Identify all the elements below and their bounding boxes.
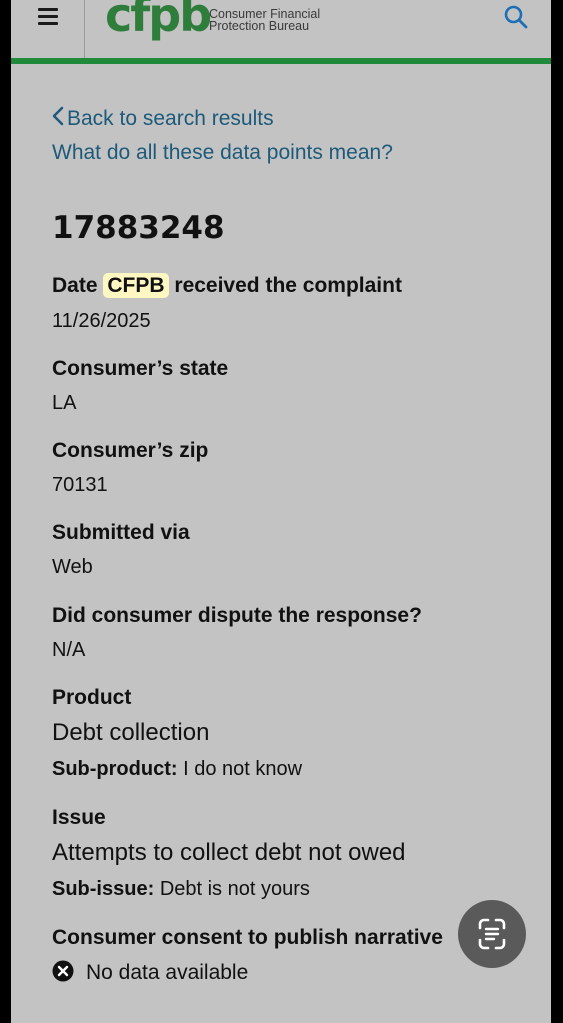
menu-line xyxy=(38,22,58,25)
state-label: Consumer’s state xyxy=(52,357,229,380)
hamburger-menu-button[interactable] xyxy=(38,8,58,28)
cfpb-highlight: CFPB xyxy=(103,273,169,298)
cfpb-logo[interactable]: cfpb xyxy=(105,0,212,44)
search-icon xyxy=(504,5,528,29)
search-button[interactable] xyxy=(503,4,529,30)
consent-value-row: No data available xyxy=(52,960,248,985)
back-to-results-link[interactable]: Back to search results xyxy=(52,106,274,131)
zip-value: 70131 xyxy=(52,474,108,496)
sub-issue-row: Sub-issue: Debt is not yours xyxy=(52,878,310,901)
text-scan-button[interactable] xyxy=(458,900,526,968)
sub-product-label: Sub-product: xyxy=(52,758,178,780)
sub-issue-value: Debt is not yours xyxy=(159,878,310,900)
header-divider xyxy=(84,0,85,58)
sub-issue-label: Sub-issue: xyxy=(52,878,155,900)
dispute-label: Did consumer dispute the response? xyxy=(52,604,422,627)
submitted-via-label: Submitted via xyxy=(52,521,190,544)
state-value: LA xyxy=(52,392,77,414)
consent-value: No data available xyxy=(86,961,249,984)
issue-label: Issue xyxy=(52,806,106,829)
menu-line xyxy=(38,8,58,11)
dispute-value: N/A xyxy=(52,639,86,661)
date-received-value: 11/26/2025 xyxy=(52,310,151,332)
submitted-via-value: Web xyxy=(52,556,93,578)
logo-text: Consumer Financial Protection Bureau xyxy=(209,8,320,33)
complaint-id: 17883248 xyxy=(52,210,225,246)
product-value: Debt collection xyxy=(52,719,210,746)
text-scan-icon xyxy=(478,918,506,950)
product-label: Product xyxy=(52,686,132,709)
consent-label: Consumer consent to publish narrative xyxy=(52,926,443,949)
sub-product-row: Sub-product: I do not know xyxy=(52,758,302,781)
zip-label: Consumer’s zip xyxy=(52,439,209,462)
date-label-post: received the complaint xyxy=(174,274,402,297)
menu-line xyxy=(38,15,58,18)
logo-line-2: Protection Bureau xyxy=(209,19,310,33)
header-accent-bar xyxy=(11,58,551,64)
back-link-label: Back to search results xyxy=(67,107,274,130)
site-header: cfpb Consumer Financial Protection Burea… xyxy=(11,0,551,58)
date-received-label: Date CFPB received the complaint xyxy=(52,273,402,298)
date-label-pre: Date xyxy=(52,274,98,297)
issue-value: Attempts to collect debt not owed xyxy=(52,839,406,866)
no-data-x-icon xyxy=(52,960,74,982)
complaint-page: cfpb Consumer Financial Protection Burea… xyxy=(11,0,551,1023)
chevron-left-icon xyxy=(52,106,64,126)
sub-product-value: I do not know xyxy=(183,758,303,780)
data-points-help-link[interactable]: What do all these data points mean? xyxy=(52,141,393,165)
